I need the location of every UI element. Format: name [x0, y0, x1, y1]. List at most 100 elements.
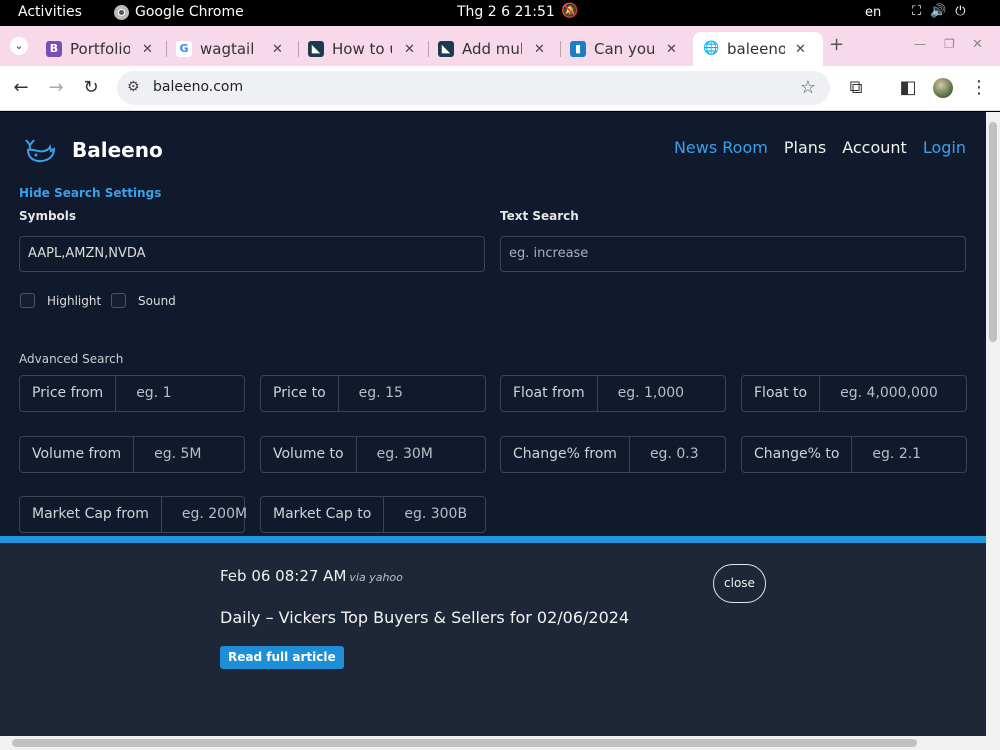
nav-login[interactable]: Login — [923, 138, 966, 157]
float-to-input[interactable]: eg. 4,000,000 — [820, 376, 938, 411]
text-search-label: Text Search — [500, 209, 579, 223]
tab-title: wagtail li — [200, 40, 260, 58]
side-panel-icon[interactable]: ◧ — [897, 77, 919, 98]
clock[interactable]: Thg 2 6 21:51 — [457, 4, 555, 20]
market-cap-from-input[interactable]: eg. 200M — [162, 497, 247, 532]
highlight-checkbox[interactable] — [20, 293, 35, 308]
volume-icon: 🔊 — [930, 4, 947, 19]
filter-label: Volume from — [20, 437, 135, 472]
close-window-button[interactable]: ✕ — [972, 37, 983, 52]
volume-from-input[interactable]: eg. 5M — [134, 437, 201, 472]
system-menu[interactable]: ⛶ 🔊 ⏻ — [912, 4, 966, 19]
sound-label: Sound — [138, 294, 176, 308]
tab-title: baleeno.c — [727, 40, 785, 58]
activities-button[interactable]: Activities — [18, 4, 82, 20]
change-to-input[interactable]: eg. 2.1 — [852, 437, 921, 472]
filter-label: Market Cap from — [20, 497, 162, 532]
news-source: via yahoo — [349, 571, 403, 584]
filter-label: Market Cap to — [261, 497, 385, 532]
news-time: Feb 06 08:27 AM — [220, 567, 347, 585]
change-from-filter: Change% from eg. 0.3 — [500, 436, 726, 473]
price-to-input[interactable]: eg. 15 — [339, 376, 403, 411]
filter-label: Change% to — [742, 437, 853, 472]
site-info-icon[interactable]: ⚙ — [127, 79, 140, 95]
float-to-filter: Float to eg. 4,000,000 — [741, 375, 967, 412]
address-bar[interactable]: ⚙ baleeno.com ☆ — [117, 71, 830, 105]
nav-plans[interactable]: Plans — [784, 138, 826, 157]
float-from-filter: Float from eg. 1,000 — [500, 375, 726, 412]
text-search-input[interactable]: eg. increase — [500, 236, 966, 272]
scrollbar-thumb[interactable] — [989, 122, 997, 342]
tab-search-icon[interactable]: ⌄ — [10, 37, 28, 55]
favicon-icon: ◣ — [438, 41, 454, 57]
nav-news-room[interactable]: News Room — [674, 138, 768, 157]
filter-label: Volume to — [261, 437, 357, 472]
close-tab-icon[interactable]: ✕ — [404, 42, 415, 57]
new-tab-button[interactable]: + — [829, 34, 844, 55]
chrome-icon — [114, 4, 129, 20]
close-tab-icon[interactable]: ✕ — [666, 42, 677, 57]
vertical-scrollbar[interactable] — [986, 112, 1000, 736]
menu-kebab-icon[interactable]: ⋮ — [968, 77, 990, 98]
filter-label: Float to — [742, 376, 821, 411]
browser-toolbar: ← → ↻ ⚙ baleeno.com ☆ ⧉ ◧ ⋮ — [0, 66, 1000, 111]
market-cap-to-filter: Market Cap to eg. 300B — [260, 496, 486, 533]
reload-icon[interactable]: ↻ — [80, 77, 102, 98]
float-from-input[interactable]: eg. 1,000 — [598, 376, 684, 411]
filter-label: Price to — [261, 376, 339, 411]
tab-portfolio[interactable]: B Portfolio ✕ — [38, 32, 167, 66]
page-content: Baleeno News Room Plans Account Login Hi… — [0, 112, 986, 736]
whale-logo-icon — [25, 139, 56, 163]
market-cap-from-filter: Market Cap from eg. 200M — [19, 496, 247, 533]
volume-to-filter: Volume to eg. 30M — [260, 436, 486, 473]
highlight-label: Highlight — [47, 294, 102, 308]
close-tab-icon[interactable]: ✕ — [534, 42, 545, 57]
tab-title: Add mult — [462, 40, 522, 58]
close-tab-icon[interactable]: ✕ — [272, 42, 283, 57]
globe-icon: 🌐 — [703, 41, 720, 57]
symbols-input[interactable]: AAPL,AMZN,NVDA — [19, 236, 485, 272]
profile-avatar[interactable] — [933, 78, 953, 98]
read-full-article-button[interactable]: Read full article — [220, 646, 344, 669]
market-cap-to-input[interactable]: eg. 300B — [384, 497, 467, 532]
site-logo[interactable]: Baleeno — [24, 136, 163, 164]
minimize-button[interactable]: — — [914, 37, 926, 51]
close-tab-icon[interactable]: ✕ — [142, 42, 153, 57]
close-news-button[interactable]: close — [713, 564, 766, 603]
news-meta: Feb 06 08:27 AM via yahoo — [220, 567, 403, 585]
forward-arrow-icon[interactable]: → — [45, 77, 67, 98]
volume-to-input[interactable]: eg. 30M — [357, 437, 433, 472]
news-headline[interactable]: Daily – Vickers Top Buyers & Sellers for… — [220, 608, 629, 627]
favicon-icon: B — [46, 41, 62, 57]
notifications-muted-icon: 🔕 — [561, 3, 579, 19]
url-text: baleeno.com — [153, 79, 244, 95]
scrollbar-thumb[interactable] — [12, 739, 917, 747]
tab-wagtail[interactable]: G wagtail li ✕ — [168, 32, 299, 66]
tab-baleeno[interactable]: 🌐 baleeno.c ✕ — [693, 32, 823, 66]
tab-add-mult[interactable]: ◣ Add mult ✕ — [430, 32, 561, 66]
volume-from-filter: Volume from eg. 5M — [19, 436, 245, 473]
sound-checkbox[interactable] — [111, 293, 126, 308]
back-arrow-icon[interactable]: ← — [10, 77, 32, 98]
trello-icon: ▮ — [570, 41, 586, 57]
hide-search-settings-link[interactable]: Hide Search Settings — [19, 186, 161, 200]
input-language[interactable]: en — [865, 5, 881, 20]
app-menu[interactable]: Google Chrome — [114, 4, 244, 20]
filter-label: Price from — [20, 376, 117, 411]
tab-can-you[interactable]: ▮ Can you l ✕ — [562, 32, 692, 66]
brand-name: Baleeno — [72, 138, 163, 162]
power-icon: ⏻ — [955, 4, 966, 19]
site-nav: News Room Plans Account Login — [674, 138, 966, 157]
extensions-icon[interactable]: ⧉ — [845, 77, 867, 98]
price-from-input[interactable]: eg. 1 — [116, 376, 171, 411]
horizontal-scrollbar[interactable] — [0, 736, 1000, 750]
tab-title: Can you l — [594, 40, 654, 58]
change-from-input[interactable]: eg. 0.3 — [630, 437, 699, 472]
maximize-button[interactable]: ❐ — [944, 37, 955, 51]
tab-how-to[interactable]: ◣ How to u ✕ — [300, 32, 429, 66]
close-tab-icon[interactable]: ✕ — [795, 42, 806, 57]
tab-strip: ⌄ B Portfolio ✕ G wagtail li ✕ ◣ How to … — [0, 26, 1000, 66]
network-icon: ⛶ — [912, 4, 922, 19]
nav-account[interactable]: Account — [842, 138, 907, 157]
bookmark-star-icon[interactable]: ☆ — [800, 77, 816, 98]
